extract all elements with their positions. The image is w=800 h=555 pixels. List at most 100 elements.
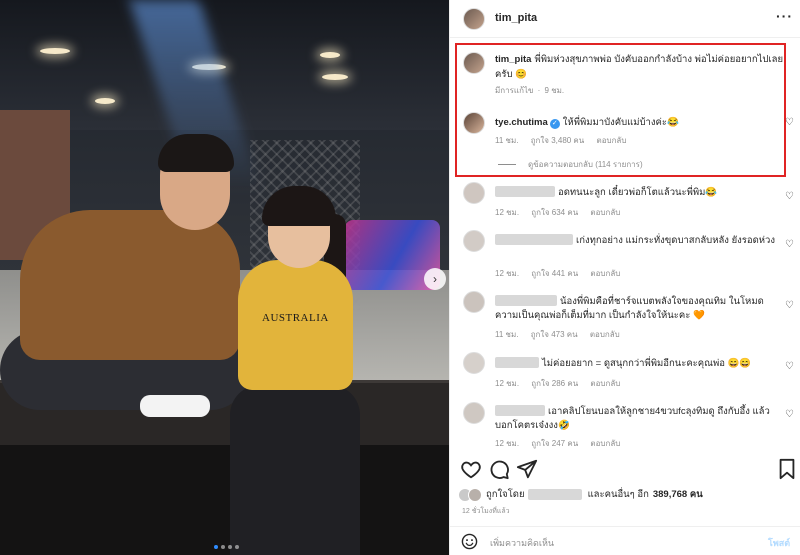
reply-button[interactable]: ตอบกลับ [590, 269, 620, 278]
comment-meta: 12 ชม. ถูกใจ 247 คน ตอบกลับ [495, 437, 630, 450]
reply-button[interactable]: ตอบกลับ [590, 330, 620, 339]
comment-username[interactable]: tye.chutima [495, 117, 548, 128]
comment-avatar[interactable] [463, 230, 485, 252]
blurred-username [495, 186, 555, 197]
blurred-username [495, 405, 545, 416]
posted-time: 12 ชั่วโมงที่แล้ว [462, 508, 510, 515]
ceiling-light [40, 48, 70, 54]
man-sock [140, 395, 210, 417]
carousel-dot [221, 545, 225, 549]
comment-text: น้องพี่พิมคือที่ชาร์จแบตพลังใจของคุณทิม … [495, 295, 780, 323]
comment-avatar[interactable] [463, 291, 485, 313]
comment-likes[interactable]: ถูกใจ 3,480 คน [531, 136, 585, 145]
caption-time: 9 ชม. [544, 86, 565, 95]
man-hair [158, 134, 234, 172]
liker-avatar [468, 487, 482, 502]
comment-meta: 12 ชม. ถูกใจ 634 คน ตอบกลับ [495, 206, 630, 219]
comment-likes[interactable]: ถูกใจ 286 คน [531, 379, 578, 388]
heart-icon[interactable]: ♡ [785, 410, 795, 420]
comment-time: 12 ชม. [495, 439, 520, 448]
comment-avatar[interactable] [463, 352, 485, 374]
carousel-dot [228, 545, 232, 549]
carousel-dots [214, 545, 239, 549]
comment-text: เอาคลิปโยนบอลให้ลูกชาย4ขวบfcลุงทิมดู ถึง… [495, 405, 780, 433]
likes-summary[interactable]: ถูกใจโดย และคนอื่นๆ อีก 389,768 คน [458, 487, 703, 502]
comment-avatar[interactable] [463, 402, 485, 424]
blurred-username [495, 357, 539, 368]
comment-meta: 12 ชม. ถูกใจ 286 คน ตอบกลับ [495, 377, 630, 390]
comment-likes[interactable]: ถูกใจ 473 คน [531, 330, 578, 339]
heart-icon[interactable]: ♡ [785, 118, 795, 128]
comment-time: 12 ชม. [495, 269, 520, 278]
post-side-panel: tim_pita ··· tim_pita พี่พิมห่วงสุขภาพพ่อ… [449, 0, 800, 555]
heart-icon[interactable]: ♡ [785, 240, 795, 250]
add-comment-bar: เพิ่มความคิดเห็น โพสต์ [450, 526, 800, 555]
comment-time: 11 ชม. [495, 330, 519, 339]
reply-button[interactable]: ตอบกลับ [590, 379, 620, 388]
blurred-username [495, 295, 557, 306]
likes-mid: และคนอื่นๆ อีก [587, 489, 649, 500]
likes-count[interactable]: 389,768 คน [653, 487, 703, 502]
bookmark-icon[interactable] [776, 458, 798, 480]
author-username[interactable]: tim_pita [495, 12, 537, 24]
shirt-print: AUSTRALIA [262, 312, 329, 324]
blurred-username [527, 489, 582, 500]
author-avatar[interactable] [463, 8, 485, 30]
girl-shirt [238, 260, 353, 390]
share-icon[interactable] [516, 458, 538, 480]
chevron-right-icon[interactable]: › [424, 268, 446, 290]
post-photo[interactable]: AUSTRALIA › [0, 0, 449, 555]
caption-username[interactable]: tim_pita [495, 54, 531, 65]
caption-edited: มีการแก้ไข [495, 86, 534, 95]
ceiling-light [95, 98, 115, 104]
caption-text: พี่พิมห่วงสุขภาพพ่อ บังคับออกกำลังบ้าง พ… [495, 54, 784, 80]
reply-button[interactable]: ตอบกลับ [590, 208, 620, 217]
verified-badge-icon: ✓ [549, 119, 560, 129]
post-caption: tim_pita พี่พิมห่วงสุขภาพพ่อ บังคับออกกำล… [495, 52, 785, 82]
comment-likes[interactable]: ถูกใจ 634 คน [531, 208, 578, 217]
ceiling-light [322, 74, 348, 80]
replies-divider [498, 164, 516, 165]
heart-icon[interactable]: ♡ [785, 301, 795, 311]
post-header: tim_pita ··· [450, 0, 800, 38]
heart-icon[interactable] [460, 458, 482, 480]
comment-text: ไม่ค่อยอยาก = ดูสนุกกว่าพี่พิมอีกนะคะคุณ… [495, 357, 780, 371]
comment-avatar[interactable] [463, 182, 485, 204]
comment-input[interactable]: เพิ่มความคิดเห็น [490, 536, 554, 550]
caption-avatar[interactable] [463, 52, 485, 74]
girl-legs [230, 385, 360, 555]
comment-body: ไม่ค่อยอยาก = ดูสนุกกว่าพี่พิมอีกนะคะคุณ… [542, 358, 752, 369]
comment-body: อดทนนะลูก เดี๋ยวพ่อก็โตแล้วนะพี่พิม😂 [558, 187, 718, 198]
heart-icon[interactable]: ♡ [785, 192, 795, 202]
post-actions [450, 456, 800, 482]
post-comment-button[interactable]: โพสต์ [768, 536, 790, 550]
comment-meta: 11 ชม. ถูกใจ 473 คน ตอบกลับ [495, 328, 630, 341]
carousel-dot [235, 545, 239, 549]
comment-icon[interactable] [488, 458, 510, 480]
comment-likes[interactable]: ถูกใจ 441 คน [531, 269, 578, 278]
comment-meta: 12 ชม. ถูกใจ 441 คน ตอบกลับ [495, 267, 630, 280]
comment-text: tye.chutima ✓ ให้พี่พิมมาบังคับแม่บ้างค่ะ😂 [495, 116, 780, 130]
view-replies-button[interactable]: ดูข้อความตอบกลับ (114 รายการ) [498, 158, 643, 171]
comment-time: 12 ชม. [495, 208, 520, 217]
comment-time: 11 ชม. [495, 136, 519, 145]
emoji-icon[interactable] [461, 533, 478, 550]
reply-button[interactable]: ตอบกลับ [590, 439, 620, 448]
reply-button[interactable]: ตอบกลับ [597, 136, 627, 145]
more-options-icon[interactable]: ··· [776, 8, 793, 24]
man-jacket [20, 210, 240, 360]
comment-time: 12 ชม. [495, 379, 520, 388]
blurred-username [495, 234, 573, 245]
comment-text: เก่งทุกอย่าง แม่กระทั่งขุดบาสกลับหลัง ยั… [495, 234, 780, 248]
ceiling-light [320, 52, 340, 58]
comment-meta: 11 ชม. ถูกใจ 3,480 คน ตอบกลับ [495, 134, 636, 147]
view-replies-label[interactable]: ดูข้อความตอบกลับ (114 รายการ) [528, 158, 643, 171]
comment-body: เก่งทุกอย่าง แม่กระทั่งขุดบาสกลับหลัง ยั… [576, 235, 775, 246]
comment-text: อดทนนะลูก เดี๋ยวพ่อก็โตแล้วนะพี่พิม😂 [495, 186, 780, 200]
comment-avatar[interactable] [463, 112, 485, 134]
heart-icon[interactable]: ♡ [785, 362, 795, 372]
comment-body: ให้พี่พิมมาบังคับแม่บ้างค่ะ😂 [562, 117, 679, 128]
caption-separator: · [537, 86, 541, 95]
likes-prefix: ถูกใจโดย [486, 489, 525, 500]
comment-likes[interactable]: ถูกใจ 247 คน [531, 439, 578, 448]
